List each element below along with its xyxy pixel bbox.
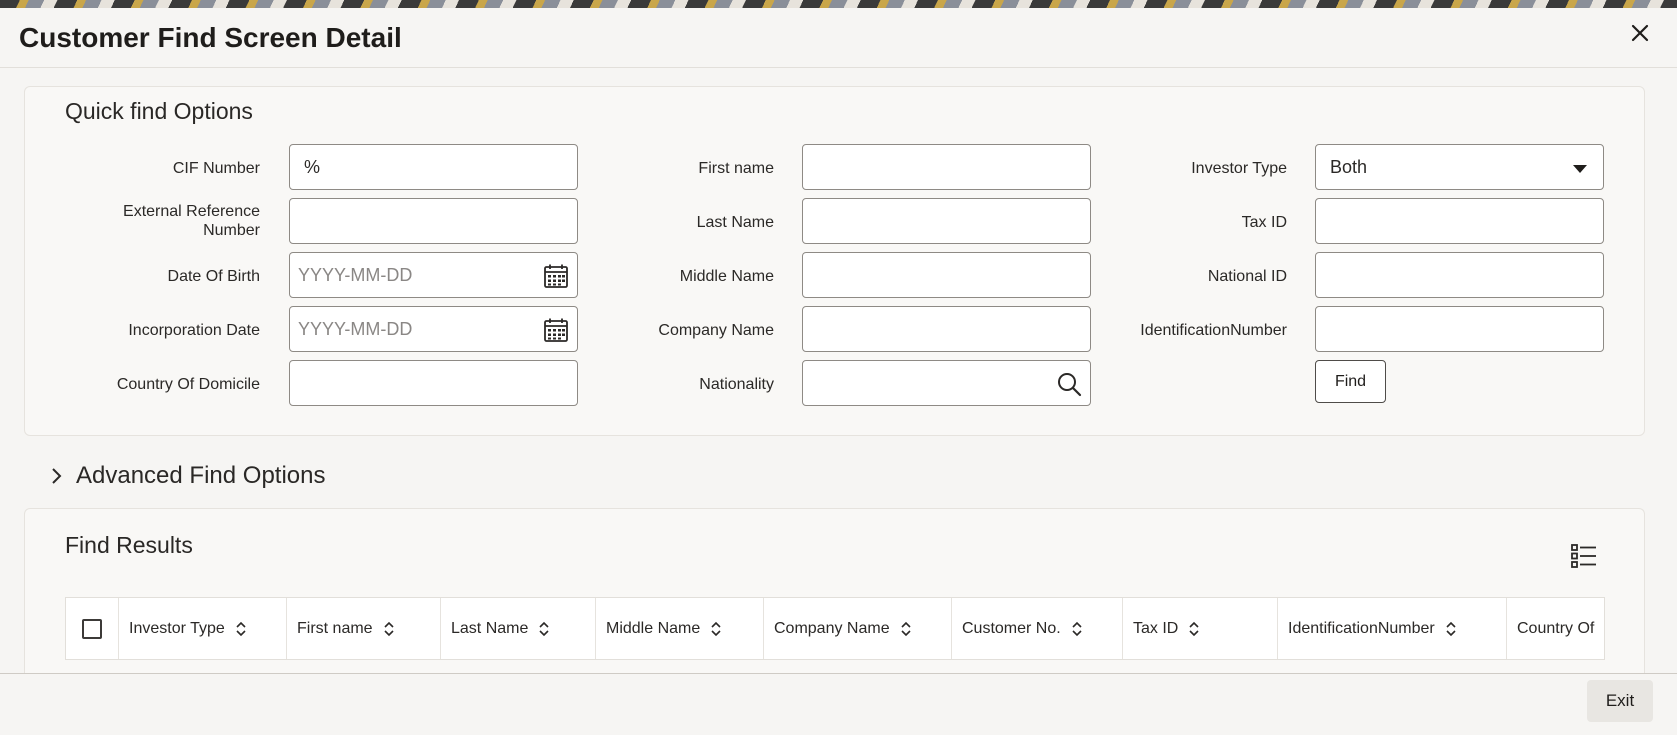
sort-icon[interactable] [1445,620,1457,638]
investor-type-value: Both [1330,156,1368,177]
column-header-middle-name[interactable]: Middle Name [596,598,764,659]
results-table-header: Investor Type First name Last Name Middl… [65,597,1605,660]
column-header-label: Company Name [774,619,890,637]
title-divider [0,67,1677,68]
select-all-cell [66,598,119,659]
column-header-identification-number[interactable]: IdentificationNumber [1278,598,1507,659]
cif-number-input[interactable]: % [289,144,578,190]
column-header-label: IdentificationNumber [1288,619,1435,637]
select-all-checkbox[interactable] [82,618,102,639]
exit-button[interactable]: Exit [1587,680,1653,722]
chevron-right-icon [52,468,62,484]
dropdown-arrow-icon [1573,165,1587,173]
column-header-customer-no[interactable]: Customer No. [952,598,1123,659]
country-of-domicile-label: Country Of Domicile [116,376,260,393]
investor-type-label: Investor Type [1191,160,1287,177]
column-header-label: Last Name [451,619,529,637]
incorporation-date-input[interactable]: YYYY-MM-DD [289,306,578,352]
sort-icon[interactable] [1071,620,1083,638]
sort-icon[interactable] [1188,620,1200,638]
country-of-domicile-input[interactable] [289,360,578,406]
column-header-company-name[interactable]: Company Name [764,598,952,659]
close-icon [1631,24,1649,42]
company-name-label: Company Name [658,322,774,339]
external-reference-input[interactable] [289,198,578,244]
cif-number-label: CIF Number [172,160,260,177]
tax-id-label: Tax ID [1241,214,1287,231]
column-header-label: Investor Type [129,619,225,637]
advanced-find-label: Advanced Find Options [76,462,326,489]
first-name-label: First name [698,160,774,177]
date-of-birth-label: Date Of Birth [167,268,260,285]
column-list-icon[interactable] [1570,542,1598,570]
external-reference-label-line2: Number [203,222,260,239]
nationality-input[interactable] [802,360,1091,406]
column-header-investor-type[interactable]: Investor Type [119,598,287,659]
last-name-label: Last Name [696,214,774,231]
sort-icon[interactable] [538,620,550,638]
column-header-tax-id[interactable]: Tax ID [1123,598,1278,659]
column-header-label: Customer No. [962,619,1061,637]
sort-icon[interactable] [710,620,722,638]
footer-bar [0,674,1677,735]
quick-find-title: Quick find Options [65,98,253,124]
column-header-country-of[interactable]: Country Of [1507,598,1604,659]
calendar-icon[interactable] [543,317,569,343]
middle-name-input[interactable] [802,252,1091,298]
column-header-last-name[interactable]: Last Name [441,598,596,659]
page-title: Customer Find Screen Detail [19,22,402,53]
national-id-label: National ID [1207,268,1287,285]
identification-number-label: IdentificationNumber [1140,322,1287,339]
find-results-title: Find Results [65,532,193,558]
tax-id-input[interactable] [1315,198,1604,244]
date-of-birth-input[interactable]: YYYY-MM-DD [289,252,578,298]
find-button[interactable]: Find [1315,360,1386,403]
investor-type-select[interactable]: Both [1315,144,1604,190]
search-icon[interactable] [1056,371,1082,397]
column-header-label: Middle Name [606,619,701,637]
external-reference-label: External Reference Number [70,202,260,240]
column-header-first-name[interactable]: First name [287,598,441,659]
first-name-input[interactable] [802,144,1091,190]
header-banner [0,0,1677,8]
company-name-input[interactable] [802,306,1091,352]
last-name-input[interactable] [802,198,1091,244]
incorporation-date-placeholder: YYYY-MM-DD [298,318,413,339]
middle-name-label: Middle Name [679,268,774,285]
column-header-label: Tax ID [1133,619,1179,637]
identification-number-input[interactable] [1315,306,1604,352]
sort-icon[interactable] [900,620,912,638]
external-reference-label-line1: External Reference [123,203,260,220]
cif-number-value: % [304,156,321,177]
column-header-label: First name [297,619,373,637]
incorporation-date-label: Incorporation Date [128,322,260,339]
column-header-label: Country Of [1517,619,1595,637]
date-of-birth-placeholder: YYYY-MM-DD [298,264,413,285]
close-button[interactable] [1627,20,1653,46]
sort-icon[interactable] [235,620,247,638]
national-id-input[interactable] [1315,252,1604,298]
sort-icon[interactable] [383,620,395,638]
nationality-label: Nationality [699,376,774,393]
advanced-find-toggle[interactable]: Advanced Find Options [50,462,325,490]
calendar-icon[interactable] [543,263,569,289]
